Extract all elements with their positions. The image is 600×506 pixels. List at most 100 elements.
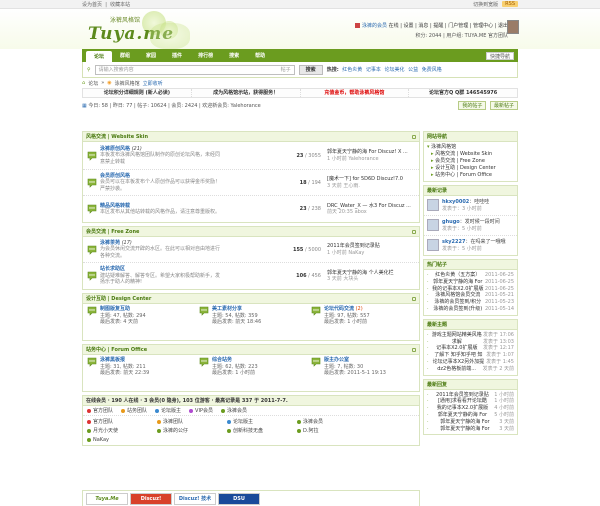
forum-row[interactable]: 站长求助区 建站疑难解答、解答专区。希望大家积极帮助新手，发 扬乐于助人的精神!…	[83, 263, 419, 289]
hot-search-item[interactable]: 记事本	[366, 67, 381, 73]
list-item[interactable]: dz2色格板前端...发表于 2 天前	[427, 366, 514, 373]
my-posts-button[interactable]: 我的帖子	[458, 100, 487, 110]
forum-cell[interactable]: 论坛代码交流 (2) 主题: 97, 帖数: 557 最后发表: 1 小时前	[307, 306, 419, 338]
usergroup-link[interactable]: 用户组: TUYA.ME 官方团队	[446, 33, 508, 39]
nav-home[interactable]: 家园	[138, 49, 164, 62]
follow-link[interactable]: 立即收听	[143, 80, 163, 87]
portal-admin-link[interactable]: 门户管理	[448, 23, 468, 29]
forum-name[interactable]: 站长求助区	[100, 266, 125, 272]
hot-search-item[interactable]: 红色炎黄	[342, 67, 362, 73]
forum-icon[interactable]	[199, 357, 209, 367]
forum-icon[interactable]	[87, 271, 97, 281]
online-user[interactable]: 创新科技无盘	[227, 427, 297, 436]
avatar[interactable]	[427, 239, 439, 251]
announcement-item[interactable]: 充值金币，帮助泳裤风格馆	[301, 89, 410, 97]
forum-icon[interactable]	[87, 151, 97, 161]
list-item[interactable]: 了解下 知乎知乎吧 知发表于 1:07	[427, 352, 514, 359]
username-link[interactable]: 泳裤的会员	[362, 23, 387, 29]
breadcrumb-home[interactable]: 论坛	[88, 80, 98, 87]
admin-center-link[interactable]: 管理中心	[473, 23, 493, 29]
notify-link[interactable]: 提醒	[433, 23, 443, 29]
last-post-title[interactable]: 郭年夏天宁静的海 For Discuz! X ...	[327, 149, 419, 156]
latest-posts-button[interactable]: 最新帖子	[489, 100, 518, 110]
friend-link[interactable]: Discuz! 技术	[174, 492, 216, 505]
online-user[interactable]: 泳裤团队	[157, 418, 227, 427]
list-item[interactable]: 泳裤的会员签到(升级)2011-05-14	[427, 306, 514, 313]
list-item[interactable]: 郭年夏天宁静的海 For5 小时前	[427, 412, 514, 419]
forum-icon[interactable]	[87, 357, 97, 367]
quick-nav-button[interactable]: 快捷导航	[485, 51, 514, 60]
nav-ranking[interactable]: 排行榜	[190, 49, 221, 62]
forum-cell[interactable]: 版主办公室 主题: 7, 帖数: 30 最后发表: 2011-5-1 19:13	[307, 357, 419, 389]
settings-link[interactable]: 设置	[404, 23, 414, 29]
nav-tree-item[interactable]: ▸ 设计互助 | Design Center	[427, 165, 514, 172]
category-header[interactable]: 设计互助 | Design Center	[83, 294, 419, 304]
search-scope-select[interactable]: 帖子	[281, 66, 291, 74]
forum-cell[interactable]: 美工素材分享 主题: 54, 帖数: 359 最后发表: 前天 18:46	[195, 306, 307, 338]
switch-wide-link[interactable]: 切换到宽版	[473, 1, 498, 8]
list-item[interactable]: 郭年夏天宁静的海 For2011-06-25	[427, 279, 514, 286]
forum-name[interactable]: 综合站务	[212, 357, 232, 363]
forum-name[interactable]: 精品风格转载	[100, 203, 130, 209]
forum-name[interactable]: 泳裤茶苑	[100, 240, 120, 246]
list-item[interactable]: 泳裤的会员签到/积分2011-05-23	[427, 299, 514, 306]
online-user[interactable]: 官方团队	[87, 418, 157, 427]
recent-post[interactable]: hkxy0002：哇哇哇 发表于：3 小时前	[424, 196, 517, 216]
list-item[interactable]: 我的记事本X2.0扩展版4 小时前	[427, 405, 514, 412]
search-input[interactable]: 请输入搜索内容 帖子	[94, 64, 295, 75]
nav-forum[interactable]: 论坛	[86, 51, 113, 62]
forum-row[interactable]: 泳裤茶苑 (17) 为会员休闲交流开辟的水区。在此可以相对自由地进行 各种交流。…	[83, 237, 419, 263]
collapse-icon[interactable]	[412, 230, 416, 234]
online-user[interactable]: 月光小天使	[87, 427, 157, 436]
rss-button[interactable]: RSS	[502, 1, 518, 7]
nav-tree-item[interactable]: ▸ 会员交流 | Free Zone	[427, 158, 514, 165]
recent-post[interactable]: ghugo：发时候一段时间 发表于：5 小时前	[424, 216, 517, 236]
list-item[interactable]: 郭年夏天宁静的海 For3 天前	[427, 419, 514, 426]
forum-row[interactable]: 会员原创风格 会员可以在本板发布个人原创作品可以获得金币奖励！ 严禁抄袭。 18…	[83, 170, 419, 196]
forum-icon[interactable]	[311, 306, 321, 316]
forum-row[interactable]: 泳裤原创风格 (21) 本板发布泳裤风格馆团队制作的原创论坛风格，未经同 意禁止…	[83, 142, 419, 170]
forum-icon[interactable]	[87, 245, 97, 255]
collapse-icon[interactable]	[412, 297, 416, 301]
hot-search-item[interactable]: 论坛美化	[385, 67, 405, 73]
forum-icon[interactable]	[87, 204, 97, 214]
messages-link[interactable]: 消息	[418, 23, 428, 29]
bookmark-link[interactable]: 收藏本站	[110, 2, 130, 8]
online-title[interactable]: 在线会员 · 190 人在线 · 3 会员(0 隐身), 103 位游客 · 最…	[83, 396, 419, 406]
set-homepage-link[interactable]: 设为首页	[82, 2, 102, 8]
forum-name[interactable]: 制图版复互助	[100, 306, 130, 312]
hot-search-item[interactable]: 公益	[408, 67, 418, 73]
forum-cell[interactable]: 制图版复互助 主题: 47, 帖数: 294 最后发表: 4 天前	[83, 306, 195, 338]
avatar[interactable]	[427, 219, 439, 231]
announcement-item[interactable]: 论坛官方Q Q群 146545976	[409, 89, 517, 97]
list-item[interactable]: 游戏主题网站精美风格发表于 17:06	[427, 332, 514, 339]
friend-link[interactable]: Discuz!	[130, 492, 172, 505]
nav-plugins[interactable]: 插件	[164, 49, 190, 62]
announcement-item[interactable]: 论坛积分详细规则 (新人必读)	[83, 89, 192, 97]
friend-link[interactable]: DSU	[218, 492, 260, 505]
online-user[interactable]: 泳裤的公仔	[157, 427, 227, 436]
avatar[interactable]	[427, 199, 439, 211]
nav-tree-item[interactable]: ▾ 泳裤风格馆	[427, 144, 514, 151]
online-user[interactable]: 泳裤会员	[297, 418, 367, 427]
forum-name[interactable]: 会员原创风格	[100, 173, 130, 179]
forum-name[interactable]: 泳裤原创风格	[100, 146, 130, 152]
list-item[interactable]: 郭年夏天宁静的海 For3 天前	[427, 426, 514, 433]
collapse-icon[interactable]	[412, 348, 416, 352]
search-button[interactable]: 搜索	[298, 64, 323, 75]
online-user[interactable]: NaKay	[87, 436, 157, 445]
nav-tree-item[interactable]: ▸ 站务中心 | Forum Office	[427, 172, 514, 179]
user-avatar[interactable]	[507, 20, 519, 34]
forum-icon[interactable]	[87, 178, 97, 188]
online-status-link[interactable]: 在线	[389, 23, 399, 29]
forum-name[interactable]: 美工素材分享	[212, 306, 242, 312]
forum-name[interactable]: 论坛代码交流	[324, 306, 354, 312]
forum-cell[interactable]: 综合站务 主题: 62, 帖数: 223 最后发表: 1 小时前	[195, 357, 307, 389]
forum-cell[interactable]: 泳裤黑板报 主题: 31, 帖数: 211 最后发表: 前天 22:39	[83, 357, 195, 389]
list-item[interactable]: 红色炎黄（五方案）2011-06-25	[427, 272, 514, 279]
category-header[interactable]: 会员交流 | Free Zone	[83, 227, 419, 237]
collapse-icon[interactable]	[412, 135, 416, 139]
nav-tree-item[interactable]: ▸ 风格交流 | Website Skin	[427, 151, 514, 158]
list-item[interactable]: 论坛记事本X2另外加提发表于 1:45	[427, 359, 514, 366]
nav-help[interactable]: 帮助	[247, 49, 273, 62]
